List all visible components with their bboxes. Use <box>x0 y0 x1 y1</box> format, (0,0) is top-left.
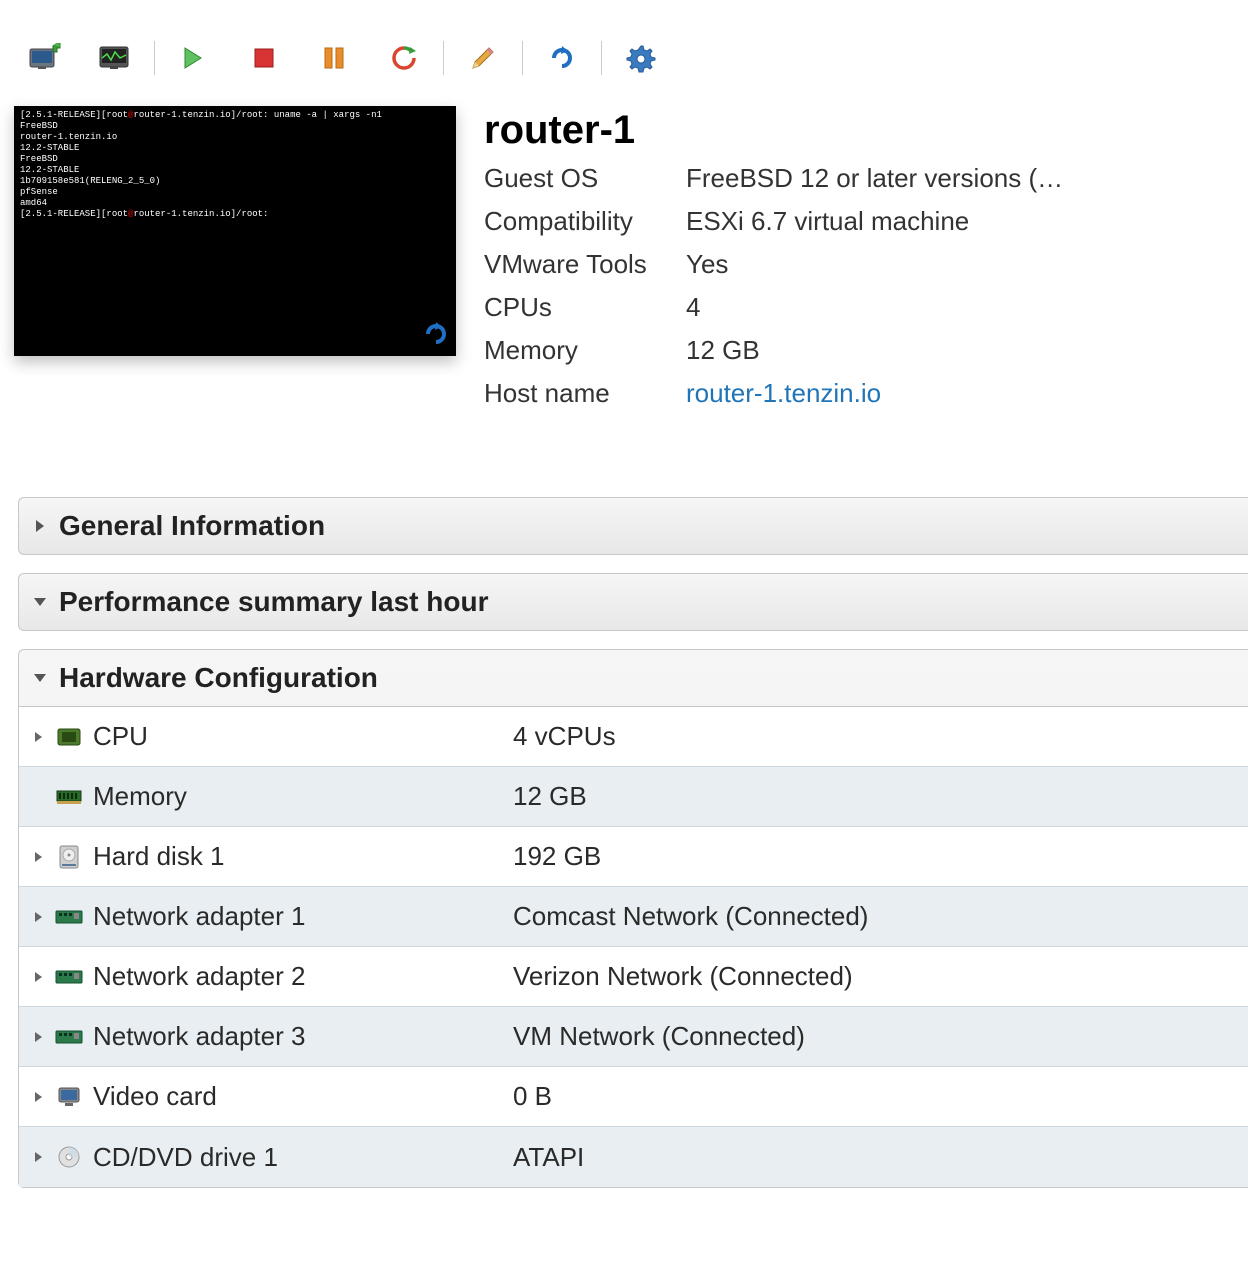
memory-value: 12 GB <box>686 335 1234 366</box>
tools-label: VMware Tools <box>484 249 686 280</box>
refresh-icon <box>422 320 450 348</box>
settings-button[interactable] <box>606 38 676 78</box>
caret-right-icon <box>34 731 44 743</box>
panel-perf: Performance summary last hour <box>18 573 1248 631</box>
hw-nic3-label: Network adapter 3 <box>93 1021 513 1052</box>
refresh-button[interactable] <box>527 38 597 78</box>
hw-nic2-value[interactable]: Verizon Network (Connected) <box>513 961 1248 992</box>
memory-label: Memory <box>484 335 686 366</box>
vm-name: router-1 <box>484 108 1234 153</box>
hw-nic2-label: Network adapter 2 <box>93 961 513 992</box>
console-preview[interactable]: [2.5.1-RELEASE][root@router-1.tenzin.io]… <box>14 106 456 356</box>
compat-value: ESXi 6.7 virtual machine <box>686 206 1234 237</box>
caret-right-icon <box>34 1031 44 1043</box>
console-icon <box>28 43 62 73</box>
nic-icon <box>51 968 87 986</box>
caret-right-icon <box>34 911 44 923</box>
hw-hd1-value: 192 GB <box>513 841 1248 872</box>
play-button[interactable] <box>159 38 229 78</box>
panel-general-header[interactable]: General Information <box>19 498 1248 554</box>
reset-button[interactable] <box>369 38 439 78</box>
hw-row-video[interactable]: Video card 0 B <box>19 1067 1248 1127</box>
panel-hardware-header[interactable]: Hardware Configuration <box>19 650 1248 707</box>
toolbar <box>0 0 1248 106</box>
hardware-table: CPU 4 vCPUs Memory 12 GB Hard disk 1 192… <box>19 707 1248 1187</box>
memory-icon <box>51 788 87 806</box>
hw-memory-label: Memory <box>93 781 513 812</box>
video-icon <box>51 1085 87 1109</box>
refresh-icon <box>548 44 576 72</box>
hw-row-nic1[interactable]: Network adapter 1 Comcast Network (Conne… <box>19 887 1248 947</box>
panel-perf-title: Performance summary last hour <box>59 586 489 618</box>
hostname-label: Host name <box>484 378 686 409</box>
hw-row-nic2[interactable]: Network adapter 2 Verizon Network (Conne… <box>19 947 1248 1007</box>
toolbar-separator <box>601 41 602 75</box>
panel-general-title: General Information <box>59 510 325 542</box>
reset-icon <box>390 44 418 72</box>
hw-hd1-label: Hard disk 1 <box>93 841 513 872</box>
hostname-link[interactable]: router-1.tenzin.io <box>686 378 1234 409</box>
caret-right-icon <box>34 1091 44 1103</box>
console-button[interactable] <box>10 38 80 78</box>
nic-icon <box>51 908 87 926</box>
caret-right-icon <box>34 1151 44 1163</box>
nic-icon <box>51 1028 87 1046</box>
pause-button[interactable] <box>299 38 369 78</box>
caret-right-icon <box>34 971 44 983</box>
toolbar-separator <box>522 41 523 75</box>
monitor-icon <box>98 43 132 73</box>
cpus-label: CPUs <box>484 292 686 323</box>
cpu-icon <box>51 726 87 748</box>
console-text: [2.5.1-RELEASE][root@router-1.tenzin.io]… <box>20 110 450 220</box>
panel-perf-header[interactable]: Performance summary last hour <box>19 574 1248 630</box>
disk-icon <box>51 844 87 870</box>
caret-down-icon <box>33 671 47 685</box>
hw-video-label: Video card <box>93 1081 513 1112</box>
compat-label: Compatibility <box>484 206 686 237</box>
toolbar-separator <box>154 41 155 75</box>
cpus-value: 4 <box>686 292 1234 323</box>
pencil-icon <box>469 44 497 72</box>
vm-summary: router-1 Guest OS FreeBSD 12 or later ve… <box>456 106 1234 421</box>
hw-row-hd1[interactable]: Hard disk 1 192 GB <box>19 827 1248 887</box>
hw-cd-label: CD/DVD drive 1 <box>93 1142 513 1173</box>
caret-right-icon <box>33 519 47 533</box>
tools-value: Yes <box>686 249 1234 280</box>
gear-icon <box>626 43 656 73</box>
panel-hardware: Hardware Configuration CPU 4 vCPUs Memor… <box>18 649 1248 1188</box>
stop-icon <box>253 47 275 69</box>
hw-row-nic3[interactable]: Network adapter 3 VM Network (Connected) <box>19 1007 1248 1067</box>
hw-nic1-value[interactable]: Comcast Network (Connected) <box>513 901 1248 932</box>
hw-memory-value: 12 GB <box>513 781 1248 812</box>
guest-os-label: Guest OS <box>484 163 686 194</box>
hw-nic3-value[interactable]: VM Network (Connected) <box>513 1021 1248 1052</box>
hw-nic1-label: Network adapter 1 <box>93 901 513 932</box>
play-icon <box>183 46 205 70</box>
hw-cpu-label: CPU <box>93 721 513 752</box>
edit-button[interactable] <box>448 38 518 78</box>
hw-cpu-value: 4 vCPUs <box>513 721 1248 752</box>
cd-icon <box>51 1145 87 1169</box>
caret-down-icon <box>33 595 47 609</box>
caret-right-icon <box>34 851 44 863</box>
panel-general: General Information <box>18 497 1248 555</box>
stop-button[interactable] <box>229 38 299 78</box>
hw-row-memory[interactable]: Memory 12 GB <box>19 767 1248 827</box>
panel-hardware-title: Hardware Configuration <box>59 662 378 694</box>
monitor-button[interactable] <box>80 38 150 78</box>
hw-video-value: 0 B <box>513 1081 1248 1112</box>
toolbar-separator <box>443 41 444 75</box>
console-refresh-button[interactable] <box>422 320 450 352</box>
hw-cd-value: ATAPI <box>513 1142 1248 1173</box>
guest-os-value: FreeBSD 12 or later versions (… <box>686 163 1234 194</box>
hw-row-cpu[interactable]: CPU 4 vCPUs <box>19 707 1248 767</box>
hw-row-cd[interactable]: CD/DVD drive 1 ATAPI <box>19 1127 1248 1187</box>
pause-icon <box>322 46 346 70</box>
